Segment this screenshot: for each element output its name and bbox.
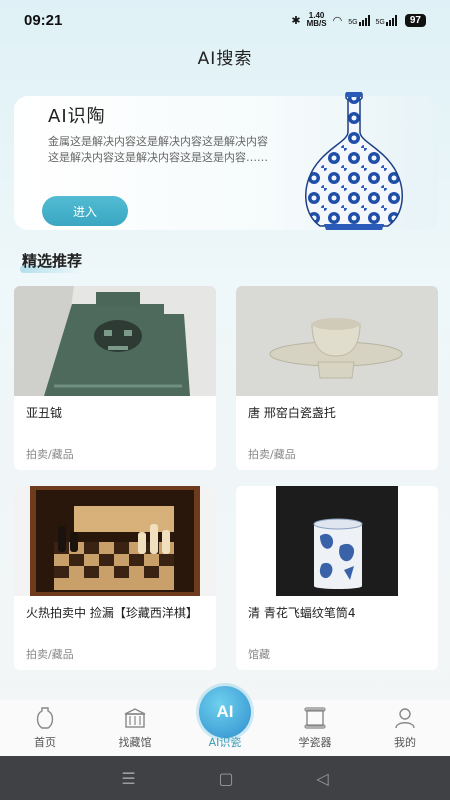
item-name: 清 青花飞蝠纹笔筒4 [248,606,356,620]
item-tag: 馆藏 [248,648,270,661]
user-icon [395,708,415,729]
tab-ai-identify[interactable]: AI AI识瓷 [180,686,270,756]
network-speed-unit: MB/S [306,19,327,28]
back-icon[interactable]: ◁ [316,769,328,788]
page-title: AI搜索 [197,49,253,69]
tab-label: 找藏馆 [118,736,152,749]
tab-learn-porcelain[interactable]: 学瓷器 [270,700,360,756]
tab-label: AI识瓷 [208,736,242,749]
signal-2-icon: 5G [375,14,397,26]
blue-white-brush-pot-image [236,486,438,596]
item-tag: 拍卖/藏品 [248,448,296,461]
section-title: 精选推荐 [20,250,83,273]
bluetooth-icon: ✱ [291,14,301,27]
tab-label: 首页 [34,736,56,749]
enter-button[interactable]: 进入 [42,196,128,226]
item-tag: 拍卖/藏品 [26,448,74,461]
recommend-card[interactable]: 清 青花飞蝠纹笔筒4 馆藏 [236,486,438,670]
bottom-tab-bar: 首页 找藏馆 AI AI识瓷 学瓷器 我的 [0,686,450,756]
recommend-card[interactable]: 亚丑钺 拍卖/藏品 [14,286,216,470]
system-nav-bar: ☰ ▢ ◁ [0,756,450,800]
tab-label: 学瓷器 [298,736,332,749]
status-time: 09:21 [24,11,63,29]
home-icon[interactable]: ▢ [218,769,233,788]
blue-white-vase-image [305,92,403,230]
ai-icon: AI [199,686,251,738]
wifi-icon: ◠ [332,14,343,27]
tab-home[interactable]: 首页 [0,700,90,756]
item-name: 火热拍卖中 捡漏【珍藏西洋棋】 [26,606,198,620]
tab-label: 我的 [394,736,416,749]
item-tag: 拍卖/藏品 [26,648,74,661]
bronze-axe-image [14,286,216,396]
chess-set-image [14,486,216,596]
ai-feature-card[interactable]: AI识陶 金属这是解决内容这是解决内容这是解决内容这是解决内容这是解决内容这是这… [14,92,438,230]
tab-find-museum[interactable]: 找藏馆 [90,700,180,756]
item-name: 亚丑钺 [26,406,63,420]
tab-profile[interactable]: 我的 [360,700,450,756]
section-title-text: 精选推荐 [22,252,83,270]
scroll-icon [304,707,326,729]
ai-card-title: AI识陶 [48,106,106,127]
network-speed: 1.40 MB/S [307,12,327,28]
status-icons: ✱ 1.40 MB/S ◠ 5G 5G 97 [291,12,426,28]
museum-icon [124,708,146,728]
recommend-card[interactable]: 火热拍卖中 捡漏【珍藏西洋棋】 拍卖/藏品 [14,486,216,670]
signal-1-icon: 5G [348,14,370,26]
white-porcelain-cup-image [236,286,438,396]
network-type-1: 5G [348,18,358,26]
status-bar: 09:21 ✱ 1.40 MB/S ◠ 5G 5G 97 [0,0,450,40]
vase-icon [36,707,54,729]
recommend-card[interactable]: 唐 邢窑白瓷盏托 拍卖/藏品 [236,286,438,470]
menu-icon[interactable]: ☰ [121,769,135,788]
battery-level: 97 [404,13,426,27]
item-name: 唐 邢窑白瓷盏托 [248,406,336,420]
network-type-2: 5G [375,18,385,26]
ai-card-description: 金属这是解决内容这是解决内容这是解决内容这是解决内容这是解决内容这是这是内容…… [48,135,268,164]
